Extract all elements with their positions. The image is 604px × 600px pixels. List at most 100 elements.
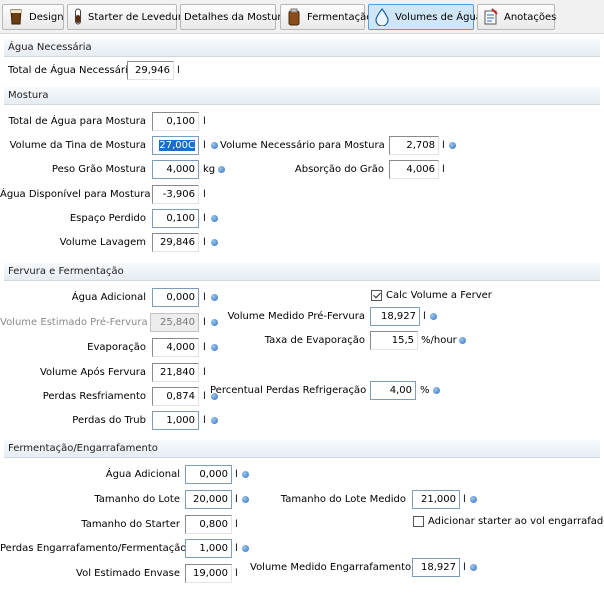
evaporacao-label: Evaporação (87, 342, 146, 353)
volume-medido-pre-fervura-label: Volume Medido Pré-Fervura (227, 311, 365, 322)
vol-estimado-envase-label: Vol Estimado Envase (76, 568, 180, 579)
percentual-perdas-refrigeracao-label: Percentual Perdas Refrigeração (210, 385, 367, 396)
vol-estimado-envase-field: 19,000 (185, 564, 232, 583)
tab-volumes-de-agua[interactable]: Volumes de Água (368, 4, 482, 30)
taxa-evaporacao-unit: %/hour (421, 335, 457, 346)
tab-anotacoes[interactable]: Anotações (477, 4, 556, 30)
agua-disponivel-field: -3,906 (152, 185, 199, 204)
volume-medido-engarrafamento-info-icon[interactable] (470, 564, 477, 571)
volume-apos-fervura-field: 21,840 (152, 363, 199, 382)
volume-apos-fervura-unit: l (203, 367, 206, 378)
perdas-trub-label: Perdas do Trub (72, 415, 146, 426)
ferment-agua-adicional-info-icon[interactable] (242, 471, 249, 478)
volume-necessario-label: Volume Necessário para Mostura (220, 140, 385, 151)
fervura-agua-adicional-input[interactable]: 0,000 (152, 288, 199, 307)
volume-tina-unit: l (203, 140, 206, 151)
volume-lavagem-unit: l (203, 237, 206, 248)
adicionar-starter-label: Adicionar starter ao vol engarrafado (428, 516, 604, 527)
tamanho-lote-info-icon[interactable] (242, 496, 249, 503)
ferment-agua-adicional-input[interactable]: 0,000 (185, 465, 232, 484)
water-drop-icon (374, 7, 390, 27)
volume-tina-info-icon[interactable] (211, 142, 218, 149)
volume-necessario-info-icon[interactable] (449, 142, 456, 149)
peso-grao-unit: kg (203, 164, 216, 175)
test-tube-icon (73, 8, 83, 26)
section-fervura-fermentacao: Fervura e Fermentação (4, 263, 600, 281)
tab-fermentacao[interactable]: Fermentação (280, 4, 372, 30)
ferment-agua-adicional-label: Água Adicional (105, 469, 180, 480)
absorcao-grao-field: 4,006 (389, 160, 439, 179)
tamanho-starter-field: 0,800 (185, 515, 232, 534)
tamanho-lote-unit: l (235, 494, 238, 505)
volume-estimado-pre-fervura-label: Volume Estimado Pré-Fervura (0, 317, 148, 328)
tamanho-lote-medido-input[interactable]: 21,000 (412, 490, 460, 509)
volume-medido-engarrafamento-label: Volume Medido Engarrafamento (250, 562, 412, 573)
peso-grao-label: Peso Grão Mostura (51, 164, 146, 175)
volume-medido-pre-fervura-input[interactable]: 18,927 (370, 307, 420, 326)
espaco-perdido-input[interactable]: 0,100 (152, 209, 199, 228)
tamanho-lote-medido-unit: l (463, 494, 466, 505)
volume-estimado-pre-fervura-unit: l (203, 317, 206, 328)
volume-medido-engarrafamento-input[interactable]: 18,927 (412, 558, 460, 577)
tamanho-starter-unit: l (235, 519, 238, 530)
volume-lavagem-info-icon[interactable] (211, 239, 218, 246)
tab-detalhes-da-mostura[interactable]: Detalhes da Mostura (180, 4, 288, 30)
percentual-perdas-refrigeracao-info-icon[interactable] (433, 387, 440, 394)
adicionar-starter-checkbox[interactable] (413, 516, 424, 527)
taxa-evaporacao-label: Taxa de Evaporação (264, 335, 365, 346)
agua-disponivel-unit: l (203, 189, 206, 200)
notes-icon (483, 8, 499, 26)
volume-medido-pre-fervura-info-icon[interactable] (430, 313, 437, 320)
calc-volume-ferver-checkbox[interactable] (371, 290, 382, 301)
taxa-evaporacao-field: 15,5 (370, 331, 418, 350)
volume-necessario-unit: l (442, 140, 445, 151)
volume-medido-engarrafamento-unit: l (463, 562, 466, 573)
section-fermentacao-engarrafamento: Fermentação/Engarrafamento (4, 440, 600, 458)
tab-starter-de-levedura[interactable]: Starter de Levedura (67, 4, 188, 30)
perdas-trub-info-icon[interactable] (211, 417, 218, 424)
total-agua-necessaria-unit: l (177, 65, 180, 76)
espaco-perdido-unit: l (203, 213, 206, 224)
vol-estimado-envase-unit: l (235, 568, 238, 579)
volume-estimado-pre-fervura-field: 25,840 (150, 313, 199, 332)
fervura-agua-adicional-label: Água Adicional (71, 292, 146, 303)
tamanho-lote-input[interactable]: 20,000 (185, 490, 232, 509)
volume-apos-fervura-label: Volume Após Fervura (39, 367, 146, 378)
fervura-agua-adicional-unit: l (203, 292, 206, 303)
taxa-evaporacao-info-icon[interactable] (459, 337, 466, 344)
absorcao-grao-label: Absorção do Grão (294, 164, 384, 175)
espaco-perdido-label: Espaço Perdido (69, 213, 146, 224)
volume-tina-input[interactable]: 27,00C (152, 136, 199, 155)
perdas-engarrafamento-unit: l (235, 543, 238, 554)
tamanho-lote-medido-info-icon[interactable] (470, 496, 477, 503)
glass-icon (8, 8, 24, 26)
volume-lavagem-field: 29,846 (152, 233, 199, 252)
total-agua-mostura-field: 0,100 (152, 112, 199, 131)
evaporacao-info-icon[interactable] (211, 344, 218, 351)
peso-grao-input[interactable]: 4,000 (152, 160, 199, 179)
perdas-trub-input[interactable]: 1,000 (152, 411, 199, 430)
perdas-resfriamento-label: Perdas Resfriamento (42, 391, 146, 402)
total-agua-necessaria-field: 29,946 (127, 61, 174, 80)
agua-disponivel-label: Água Disponível para Mostura (0, 189, 151, 200)
volume-necessario-field: 2,708 (389, 136, 439, 155)
tab-bar: Design Starter de Levedura Detalhes da M… (0, 0, 604, 34)
evaporacao-unit: l (203, 342, 206, 353)
perdas-engarrafamento-label: Perdas Engarrafamento/Fermentação (0, 543, 187, 554)
perdas-engarrafamento-info-icon[interactable] (242, 545, 249, 552)
perdas-engarrafamento-input[interactable]: 1,000 (185, 539, 232, 558)
espaco-perdido-info-icon[interactable] (211, 215, 218, 222)
perdas-resfriamento-unit: l (203, 391, 206, 402)
total-agua-mostura-unit: l (203, 116, 206, 127)
total-agua-mostura-label: Total de Água para Mostura (8, 116, 146, 127)
volume-medido-pre-fervura-unit: l (423, 311, 426, 322)
percentual-perdas-refrigeracao-input[interactable]: 4,00 (370, 381, 416, 400)
tamanho-starter-label: Tamanho do Starter (81, 519, 180, 530)
ferment-agua-adicional-unit: l (235, 469, 238, 480)
percentual-perdas-refrigeracao-unit: % (420, 385, 430, 396)
evaporacao-field: 4,000 (152, 338, 199, 357)
tab-design[interactable]: Design (2, 4, 64, 30)
volume-estimado-pre-fervura-info-icon[interactable] (211, 319, 218, 326)
fervura-agua-adicional-info-icon[interactable] (211, 294, 218, 301)
tamanho-lote-label: Tamanho do Lote (94, 494, 180, 505)
